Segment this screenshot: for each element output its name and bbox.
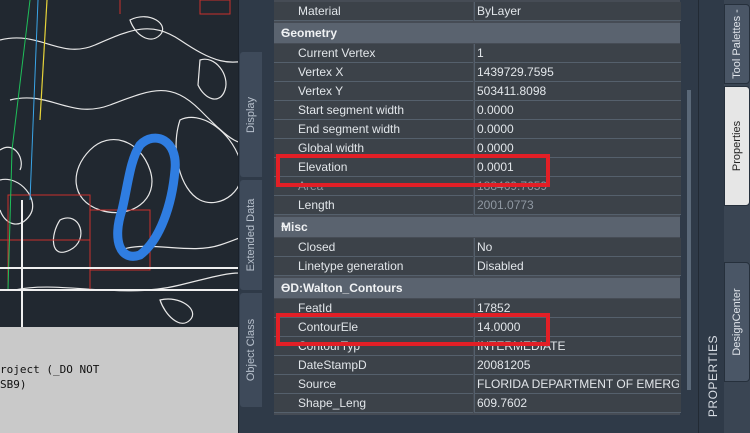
tab-designcenter[interactable]: DesignCenter [724,262,750,382]
section-misc[interactable]: Misc – [274,217,680,237]
property-grid: Material ByLayer Geometry – Current Vert… [274,0,681,415]
property-row[interactable]: DateStampD 20081205 [274,356,681,375]
property-row[interactable]: Start segment width 0.0000 [274,101,681,120]
property-row[interactable]: End segment width 0.0000 [274,120,681,139]
section-od-walton-contours[interactable]: OD:Walton_Contours – [274,278,680,298]
tab-properties[interactable]: Properties [724,86,750,206]
property-row[interactable]: Linetype generation Disabled [274,257,681,276]
property-row[interactable]: Closed No [274,238,681,257]
section-geometry[interactable]: Geometry – [274,23,680,43]
collapse-icon[interactable]: – [281,24,670,39]
property-row[interactable]: Vertex Y 503411.8098 [274,82,681,101]
dock-tabs: Tool Palettes - Properties DesignCenter [724,0,750,433]
property-row-material[interactable]: Material ByLayer [274,2,681,21]
highlight-box-contourele [276,313,550,346]
tab-extended-data[interactable]: Extended Data [240,180,262,290]
palette-side-tabs: Display Extended Data Object Class [240,52,262,407]
selected-polyline [113,133,180,261]
property-row[interactable]: Shape_Leng 609.7602 [274,394,681,413]
highlight-box-elevation [276,154,550,187]
tab-object-class[interactable]: Object Class [240,293,262,407]
tab-tool-palettes[interactable]: Tool Palettes - [724,4,750,84]
drawing-canvas[interactable]: roject (_DO NOT SB9) [0,0,262,433]
collapse-icon[interactable]: – [281,279,670,294]
property-row[interactable]: Source FLORIDA DEPARTMENT OF EMERG... [274,375,681,394]
property-row-length[interactable]: Length 2001.0773 [274,196,681,215]
tab-display[interactable]: Display [240,52,262,177]
collapse-icon[interactable]: – [281,218,670,233]
palette-title-bar[interactable]: PROPERTIES [698,0,725,433]
property-row[interactable]: Vertex X 1439729.7595 [274,63,681,82]
vertical-scrollbar[interactable] [687,90,691,390]
command-history-text: roject (_DO NOT SB9) [0,363,100,391]
property-row[interactable]: Current Vertex 1 [274,44,681,63]
palette-title: PROPERTIES [706,334,720,418]
